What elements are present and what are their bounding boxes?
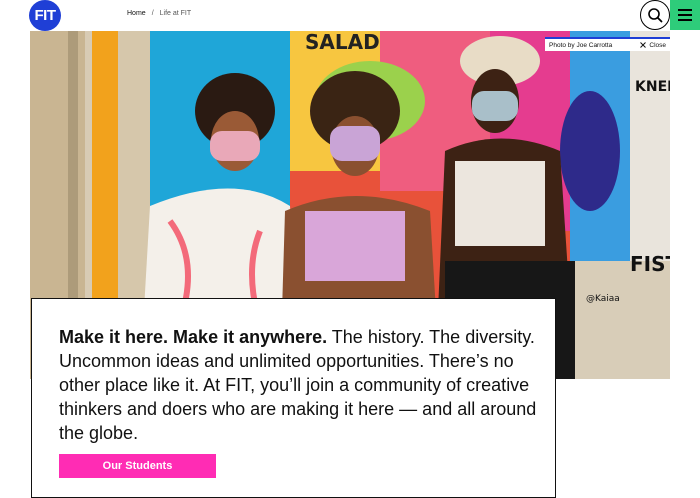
person-middle-top bbox=[305, 211, 405, 281]
close-label: Close bbox=[649, 41, 666, 49]
intro-text: Make it here. Make it anywhere. The hist… bbox=[59, 325, 539, 445]
mural-text-salad: SALAD bbox=[305, 31, 380, 54]
close-icon bbox=[640, 42, 647, 48]
search-button[interactable] bbox=[640, 0, 670, 30]
our-students-button[interactable]: Our Students bbox=[59, 454, 216, 478]
photo-credit: Photo by Joe Carrotta bbox=[549, 41, 613, 49]
intro-card: Make it here. Make it anywhere. The hist… bbox=[31, 298, 556, 498]
intro-headline: Make it here. Make it anywhere. bbox=[59, 327, 328, 347]
site-header: FIT Home / Life at FIT bbox=[0, 0, 700, 31]
person-left-mask bbox=[210, 131, 260, 161]
breadcrumb-home[interactable]: Home bbox=[127, 10, 146, 17]
menu-icon bbox=[678, 9, 692, 21]
mural-text-signature: @Kaiaa bbox=[586, 294, 620, 304]
person-right-top bbox=[455, 161, 545, 246]
person-right-mask bbox=[472, 91, 518, 121]
search-icon bbox=[648, 8, 663, 23]
breadcrumb: Home / Life at FIT bbox=[127, 10, 191, 17]
mural-text-fist: FIST bbox=[630, 252, 670, 276]
fit-logo[interactable]: FIT bbox=[29, 0, 61, 31]
mural-text-knee: KNEE bbox=[635, 79, 670, 95]
breadcrumb-separator: / bbox=[151, 10, 154, 17]
close-credit-button[interactable]: Close bbox=[640, 42, 666, 49]
person-middle-mask bbox=[330, 126, 380, 161]
menu-button[interactable] bbox=[670, 0, 700, 30]
photo-credit-bar: Photo by Joe Carrotta Close bbox=[545, 37, 670, 51]
breadcrumb-current: Life at FIT bbox=[159, 10, 192, 17]
